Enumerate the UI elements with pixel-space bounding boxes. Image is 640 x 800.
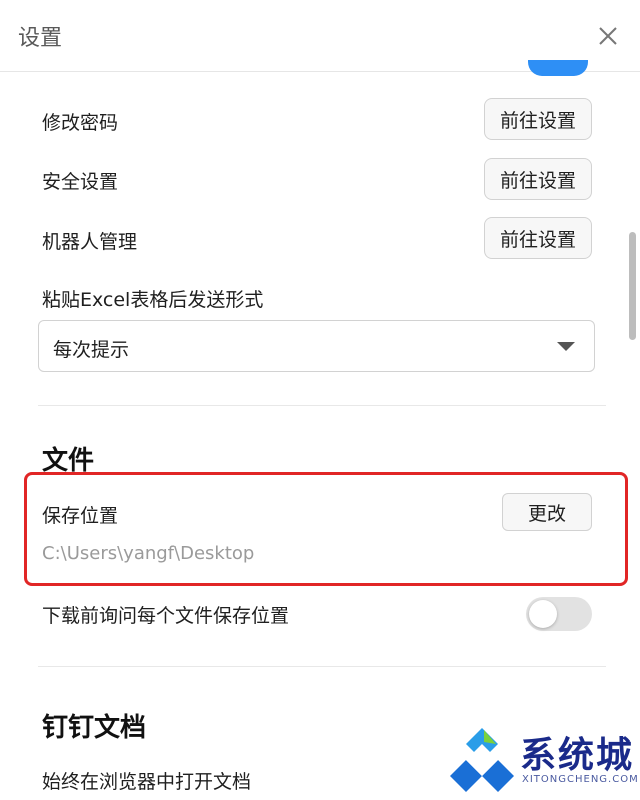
paste-excel-label: 粘贴Excel表格后发送形式 (42, 289, 264, 311)
docs-section-title: 钉钉文档 (42, 713, 147, 743)
change-save-location-button[interactable]: 更改 (502, 493, 592, 531)
ask-save-location-label: 下载前询问每个文件保存位置 (42, 605, 290, 627)
caret-down-icon (557, 342, 575, 351)
security-settings-button[interactable]: 前往设置 (484, 158, 592, 200)
save-location-path: C:\Users\yangf\Desktop (42, 543, 255, 564)
close-button[interactable] (594, 22, 622, 50)
security-settings-label: 安全设置 (42, 171, 119, 193)
toggle-knob (529, 600, 557, 628)
change-password-button[interactable]: 前往设置 (484, 98, 592, 140)
divider (38, 666, 606, 667)
save-location-label: 保存位置 (42, 505, 119, 527)
ask-save-location-toggle[interactable] (526, 597, 592, 631)
dialog-title: 设置 (18, 26, 63, 51)
watermark-subtext: XITONGCHENG.COM (522, 774, 639, 785)
scrollbar-thumb[interactable] (629, 232, 636, 340)
toggle-switch-partial[interactable] (528, 60, 588, 76)
robot-management-button[interactable]: 前往设置 (484, 217, 592, 259)
watermark: 系统城 XITONGCHENG.COM (440, 718, 640, 800)
open-in-browser-label: 始终在浏览器中打开文档 (42, 771, 252, 793)
paste-excel-select-value: 每次提示 (53, 339, 130, 361)
close-icon (599, 27, 617, 45)
divider (38, 405, 606, 406)
paste-excel-select[interactable]: 每次提示 (38, 320, 595, 372)
change-password-label: 修改密码 (42, 112, 119, 134)
watermark-text: 系统城 (520, 735, 635, 776)
robot-management-label: 机器人管理 (42, 231, 138, 253)
diamond-logo-icon (450, 728, 514, 792)
